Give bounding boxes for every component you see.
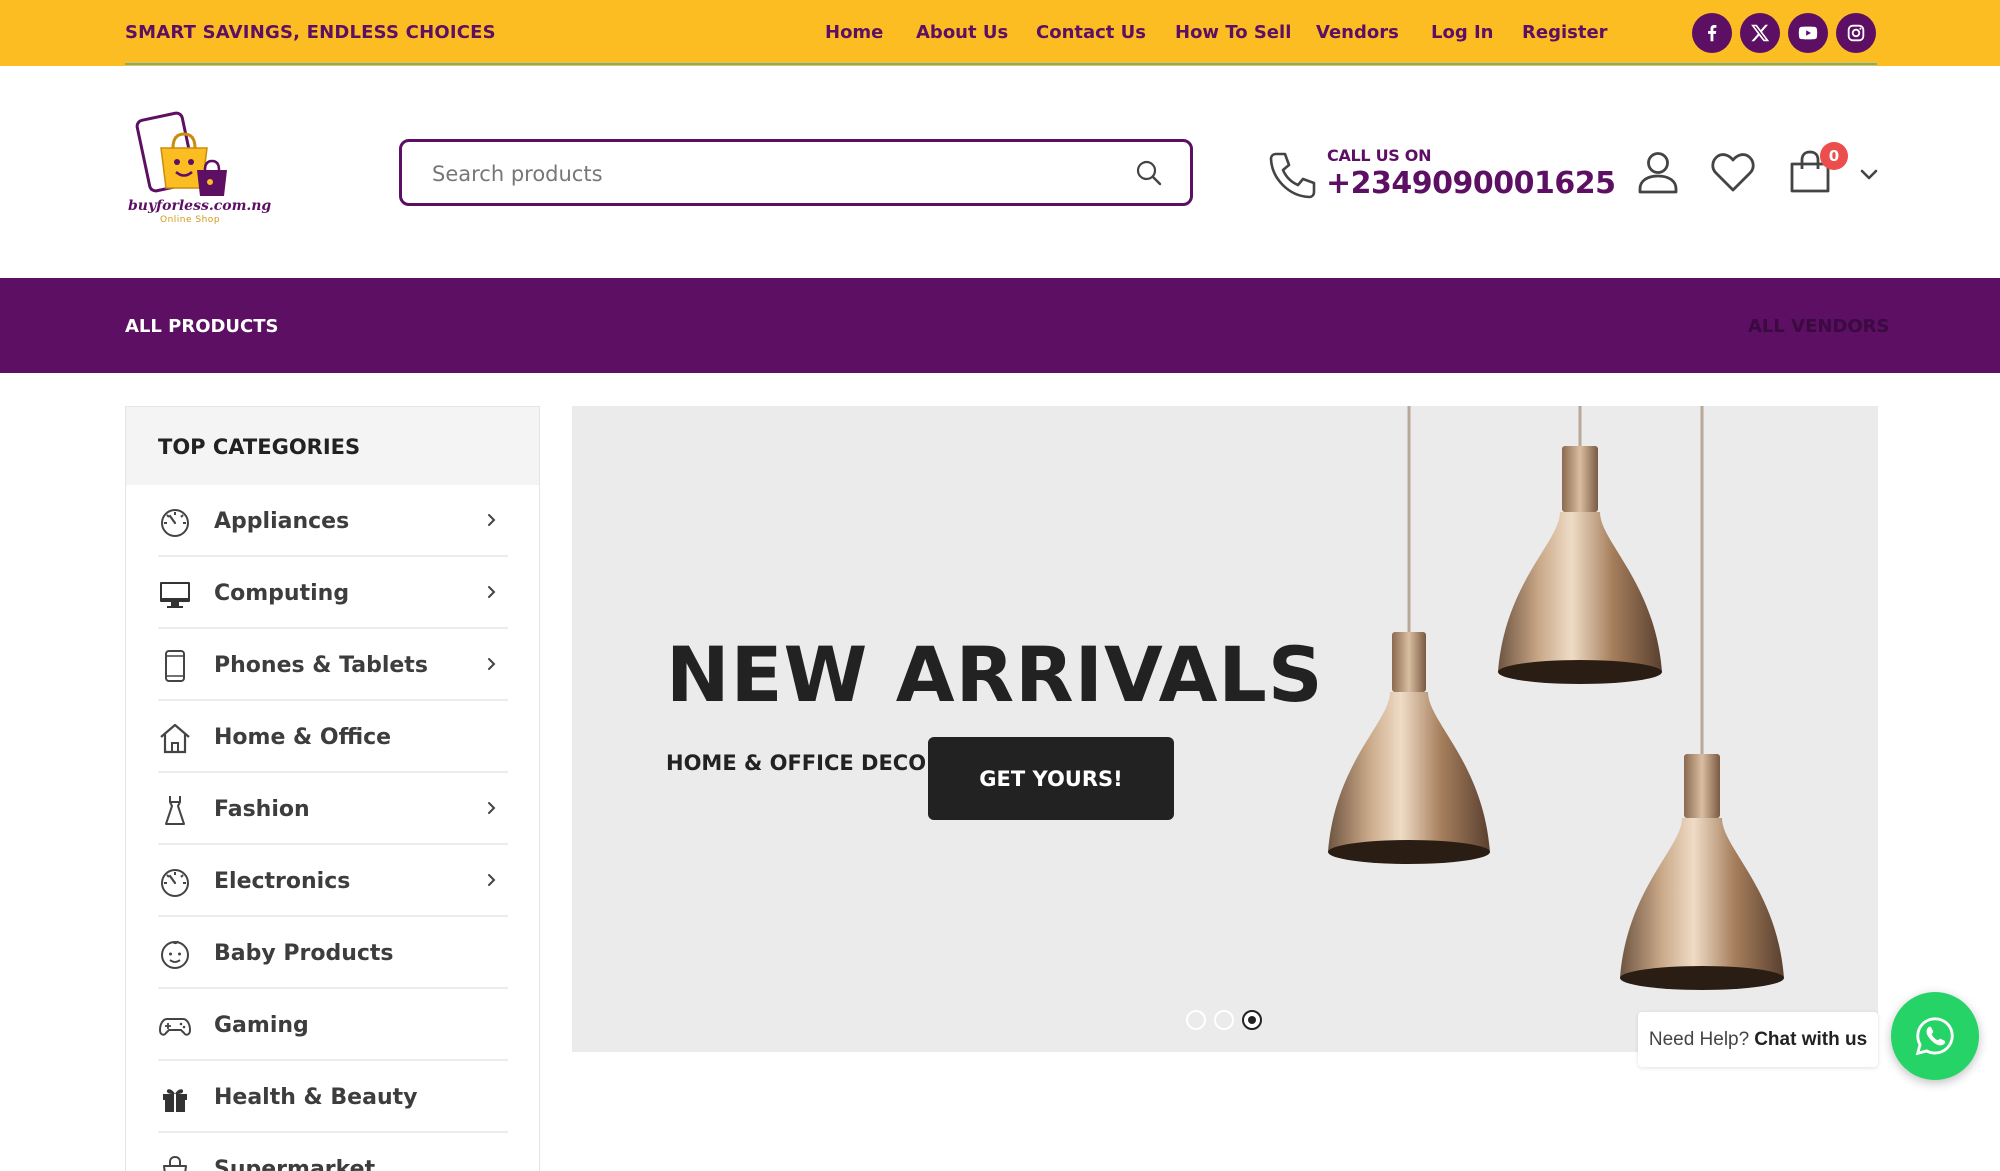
facebook-icon[interactable] — [1692, 13, 1732, 53]
category-label: Appliances — [214, 509, 350, 534]
category-label: Home & Office — [214, 725, 392, 750]
gift-icon — [158, 1081, 192, 1115]
chevron-right-icon — [484, 655, 500, 673]
category-item-fashion[interactable]: Fashion — [158, 773, 508, 845]
search-icon[interactable] — [1134, 158, 1164, 188]
gauge-icon — [158, 865, 192, 899]
top-bar: SMART SAVINGS, ENDLESS CHOICES Home Abou… — [0, 0, 2000, 66]
help-text: Need Help? — [1648, 1028, 1750, 1050]
slider-dot-3[interactable] — [1242, 1010, 1262, 1030]
search-bar — [399, 139, 1193, 206]
call-number[interactable]: +2349090001625 — [1326, 166, 1616, 201]
category-label: Health & Beauty — [214, 1085, 418, 1110]
category-item-gaming[interactable]: Gaming — [158, 989, 508, 1061]
category-item-phones-tablets[interactable]: Phones & Tablets — [158, 629, 508, 701]
nav-login-link[interactable]: Log In — [1431, 22, 1494, 43]
youtube-icon[interactable] — [1788, 13, 1828, 53]
account-icon[interactable] — [1634, 148, 1682, 196]
chevron-right-icon — [484, 799, 500, 817]
gauge-icon — [158, 505, 192, 539]
chat-with-us-link[interactable]: Chat with us — [1754, 1029, 1867, 1051]
nav-how-to-sell-link[interactable]: How To Sell — [1175, 22, 1291, 43]
baby-icon — [158, 937, 192, 971]
category-item-computing[interactable]: Computing — [158, 557, 508, 629]
phone-icon — [1264, 148, 1318, 202]
nav-register-link[interactable]: Register — [1522, 22, 1608, 43]
search-input[interactable] — [432, 160, 1112, 188]
phone-device-icon — [158, 649, 192, 683]
category-label: Computing — [214, 581, 350, 606]
call-label: CALL US ON — [1327, 146, 1432, 165]
logo-subtitle: Online Shop — [160, 215, 221, 225]
all-vendors-link[interactable]: ALL VENDORS — [1748, 316, 1890, 337]
sidebar-header: TOP CATEGORIES — [126, 407, 539, 485]
category-item-supermarket[interactable]: Supermarket — [158, 1133, 508, 1171]
category-item-home-office[interactable]: Home & Office — [158, 701, 508, 773]
main-nav-bar: ALL PRODUCTS ALL VENDORS — [0, 278, 2000, 373]
cart-count-badge: 0 — [1820, 142, 1848, 170]
basket-icon — [158, 1153, 192, 1171]
logo-wordmark: buyforless.com.ng — [128, 198, 272, 214]
get-yours-button[interactable]: GET YOURS! — [928, 737, 1174, 820]
nav-home-link[interactable]: Home — [825, 22, 883, 43]
nav-contact-link[interactable]: Contact Us — [1036, 22, 1146, 43]
category-item-baby-products[interactable]: Baby Products — [158, 917, 508, 989]
dress-icon — [158, 793, 192, 827]
banner-subtitle: HOME & OFFICE DECOR — [666, 751, 943, 775]
tagline: SMART SAVINGS, ENDLESS CHOICES — [125, 22, 496, 43]
wishlist-heart-icon[interactable] — [1709, 148, 1757, 196]
chevron-right-icon — [484, 511, 500, 529]
category-item-electronics[interactable]: Electronics — [158, 845, 508, 917]
slider-dot-2[interactable] — [1214, 1010, 1234, 1030]
category-label: Gaming — [214, 1013, 309, 1038]
monitor-icon — [158, 577, 192, 611]
pendant-lamps-image — [1328, 406, 1784, 990]
whatsapp-icon[interactable] — [1891, 992, 1979, 1080]
chevron-right-icon — [484, 583, 500, 601]
category-label: Baby Products — [214, 941, 394, 966]
category-label: Electronics — [214, 869, 351, 894]
hero-banner[interactable]: NEW ARRIVALS HOME & OFFICE DECOR GET YOU… — [572, 406, 1878, 1052]
need-help-bubble[interactable]: Need Help? Chat with us — [1638, 1012, 1878, 1067]
slider-dot-1[interactable] — [1186, 1010, 1206, 1030]
top-categories-sidebar: TOP CATEGORIES Appliances Computing Phon… — [125, 406, 540, 1171]
instagram-icon[interactable] — [1836, 13, 1876, 53]
banner-title: NEW ARRIVALS — [666, 630, 1324, 719]
topbar-divider — [125, 63, 1877, 65]
gamepad-icon — [158, 1009, 192, 1043]
category-label: Phones & Tablets — [214, 653, 428, 678]
sidebar-title: TOP CATEGORIES — [158, 435, 361, 459]
x-twitter-icon[interactable] — [1740, 13, 1780, 53]
category-item-appliances[interactable]: Appliances — [158, 485, 508, 557]
all-products-link[interactable]: ALL PRODUCTS — [125, 316, 279, 337]
category-label: Fashion — [214, 797, 310, 822]
chevron-down-icon[interactable] — [1858, 163, 1880, 185]
house-icon — [158, 721, 192, 755]
category-item-health-beauty[interactable]: Health & Beauty — [158, 1061, 508, 1133]
nav-about-link[interactable]: About Us — [916, 22, 1008, 43]
category-label: Supermarket — [214, 1157, 376, 1171]
chevron-right-icon — [484, 871, 500, 889]
nav-vendors-link[interactable]: Vendors — [1316, 22, 1399, 43]
